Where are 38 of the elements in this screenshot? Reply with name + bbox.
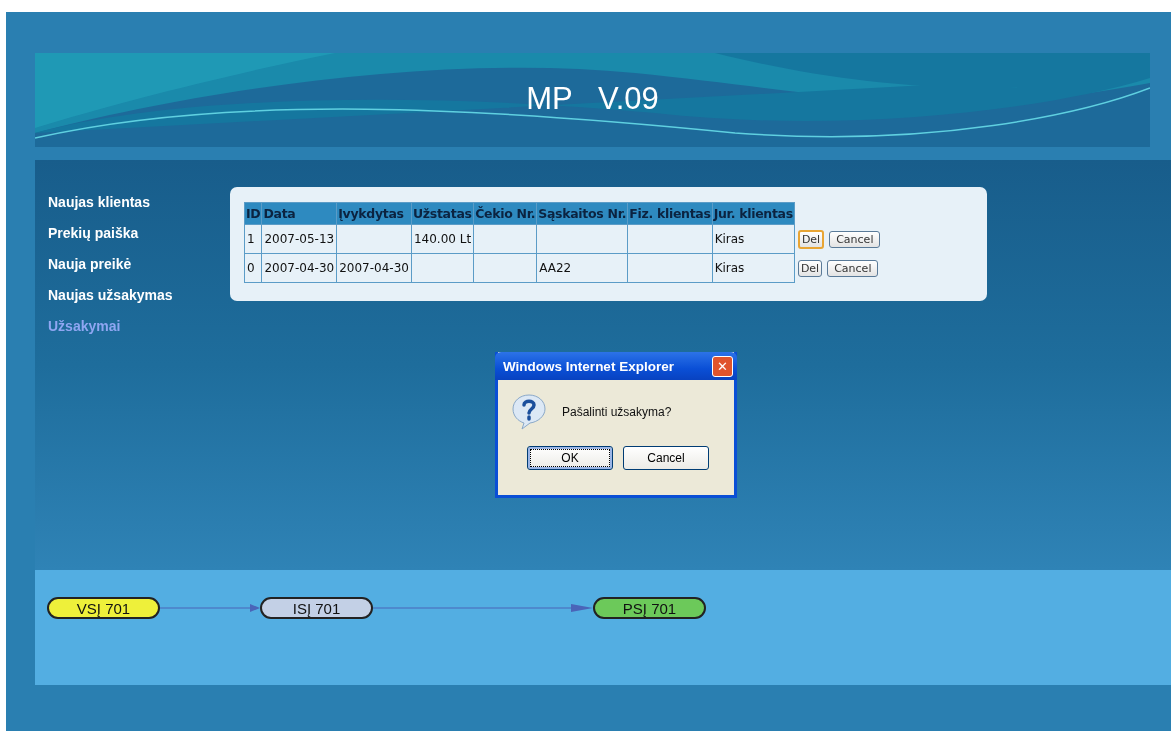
table-cell: 2007-04-30 xyxy=(261,253,337,283)
delete-button[interactable]: Del xyxy=(797,259,823,277)
menu-link[interactable]: Naujas klientas xyxy=(48,194,230,214)
close-button[interactable]: ✕ xyxy=(712,355,733,377)
table-cell xyxy=(411,253,474,283)
column-header: Data xyxy=(261,202,337,225)
table-cell: AA22 xyxy=(536,253,628,283)
dialog-title: Windows Internet Explorer xyxy=(503,358,674,374)
menu-link[interactable]: Naujas užsakymas xyxy=(48,287,230,307)
table-cell: Kiras xyxy=(712,253,795,283)
column-header: Čekio Nr. xyxy=(473,202,537,225)
flow-node[interactable]: ISĮ 701 xyxy=(260,597,373,619)
dialog-button[interactable]: OK xyxy=(527,446,613,470)
table-cell xyxy=(473,224,537,254)
column-header: Fiz. klientas xyxy=(627,202,713,225)
table-cell: 140.00 Lt xyxy=(411,224,474,254)
delete-button[interactable]: Del xyxy=(797,229,825,249)
cancel-button[interactable]: Cancel xyxy=(827,259,879,277)
table-cell: 1 xyxy=(244,224,262,254)
column-header: Įvykdytas xyxy=(336,202,412,225)
question-icon xyxy=(512,394,546,430)
table-cell: 2007-05-13 xyxy=(261,224,337,254)
column-header: Jur. klientas xyxy=(712,202,795,225)
flow-node[interactable]: VSĮ 701 xyxy=(47,597,160,619)
column-header: ID xyxy=(244,202,262,225)
dialog-message: Pašalinti užsakyma? xyxy=(562,405,672,419)
table-cell: Kiras xyxy=(712,224,795,254)
cancel-button[interactable]: Cancel xyxy=(829,230,881,248)
table-cell: 2007-04-30 xyxy=(336,253,412,283)
column-header: Užstatas xyxy=(411,202,474,225)
menu-link[interactable]: Prekių paiška xyxy=(48,225,230,245)
app-title: MP V.09 xyxy=(525,81,660,117)
column-header: Sąskaitos Nr. xyxy=(536,202,628,225)
table-cell xyxy=(473,253,537,283)
dialog-button[interactable]: Cancel xyxy=(623,446,709,470)
table-cell: 0 xyxy=(244,253,262,283)
flow-node[interactable]: PSĮ 701 xyxy=(593,597,706,619)
menu-link[interactable]: Nauja preikė xyxy=(48,256,230,276)
